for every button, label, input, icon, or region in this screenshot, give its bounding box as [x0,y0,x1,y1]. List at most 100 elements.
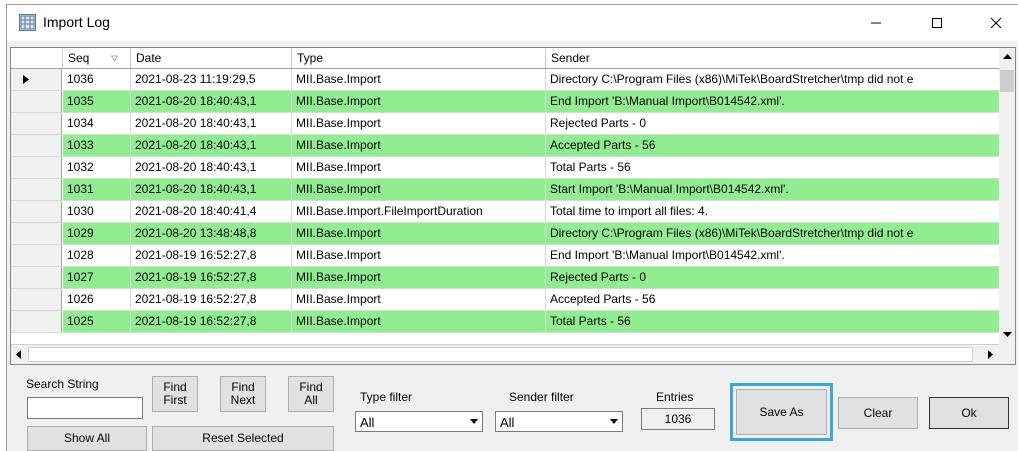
sender-filter-select[interactable]: All [495,411,623,432]
row-header[interactable] [11,157,62,178]
horizontal-scroll-thumb[interactable] [28,347,973,362]
search-input[interactable] [27,397,143,419]
row-header[interactable] [11,289,62,310]
column-header-sender[interactable]: Sender [546,48,1001,68]
row-header[interactable] [11,91,62,112]
cell-sender[interactable]: Directory C:\Program Files (x86)\MiTek\B… [546,69,1001,90]
cell-sender[interactable]: Directory C:\Program Files (x86)\MiTek\B… [546,223,1001,244]
cell-type[interactable]: MII.Base.Import [292,267,546,288]
cell-sender[interactable]: Total Parts - 56 [546,157,1001,178]
cell-type[interactable]: MII.Base.Import [292,157,546,178]
table-row[interactable]: 1035 2021-08-20 18:40:43,1 MII.Base.Import… [11,91,1001,113]
cell-date[interactable]: 2021-08-19 16:52:27,8 [131,289,292,310]
scroll-up-icon[interactable] [1003,54,1012,60]
cell-seq[interactable]: 1033 [63,135,131,156]
table-row[interactable]: 1029 2021-08-20 13:48:48,8 MII.Base.Import… [11,223,1001,245]
cell-seq[interactable]: 1027 [63,267,131,288]
cell-type[interactable]: MII.Base.Import [292,289,546,310]
table-row[interactable]: 1030 2021-08-20 18:40:41,4 MII.Base.Import… [11,201,1001,223]
cell-date[interactable]: 2021-08-20 18:40:43,1 [131,179,292,200]
cell-date[interactable]: 2021-08-19 16:52:27,8 [131,267,292,288]
row-header[interactable] [11,201,62,222]
cell-sender[interactable]: End Import 'B:\Manual Import\B014542.xml… [546,91,1001,112]
sender-filter-dropdown[interactable] [605,412,622,431]
cell-seq[interactable]: 1026 [63,289,131,310]
scroll-left-icon[interactable] [16,350,22,359]
cell-type[interactable]: MII.Base.Import [292,135,546,156]
row-header[interactable] [11,135,62,156]
vertical-scroll-thumb[interactable] [1000,70,1014,92]
cell-sender[interactable]: Start Import 'B:\Manual Import\B014542.x… [546,179,1001,200]
type-filter-dropdown[interactable] [465,412,482,431]
cell-date[interactable]: 2021-08-20 18:40:43,1 [131,91,292,112]
maximize-button[interactable] [914,5,960,41]
table-row[interactable]: 1025 2021-08-19 16:52:27,8 MII.Base.Import… [11,311,1001,333]
column-header-seq[interactable]: Seq [63,48,131,68]
cell-sender[interactable]: Total Parts - 56 [546,311,1001,332]
reset-selected-button[interactable]: Reset Selected [152,426,334,451]
cell-sender[interactable]: Total time to import all files: 4. [546,201,1001,222]
cell-date[interactable]: 2021-08-20 13:48:48,8 [131,223,292,244]
row-header[interactable] [11,267,62,288]
cell-seq[interactable]: 1025 [63,311,131,332]
table-row[interactable]: 1031 2021-08-20 18:40:43,1 MII.Base.Import… [11,179,1001,201]
table-row[interactable]: 1032 2021-08-20 18:40:43,1 MII.Base.Import… [11,157,1001,179]
minimize-button[interactable] [853,5,899,41]
cell-seq[interactable]: 1028 [63,245,131,266]
show-all-button[interactable]: Show All [27,426,147,451]
find-first-button[interactable]: Find First [152,376,198,412]
horizontal-scrollbar[interactable] [11,344,1001,364]
find-all-button[interactable]: Find All [288,376,334,412]
cell-type[interactable]: MII.Base.Import [292,311,546,332]
cell-seq[interactable]: 1034 [63,113,131,134]
table-row[interactable]: 1028 2021-08-19 16:52:27,8 MII.Base.Import… [11,245,1001,267]
table-row[interactable]: 1036 2021-08-23 11:19:29,5 MII.Base.Import… [11,69,1001,91]
cell-type[interactable]: MII.Base.Import [292,223,546,244]
log-grid[interactable]: Seq Date Type Sender 1036 2021-08-23 11:1… [10,47,1016,365]
cell-date[interactable]: 2021-08-20 18:40:43,1 [131,113,292,134]
row-header[interactable] [11,223,62,244]
close-button[interactable] [973,5,1018,41]
cell-date[interactable]: 2021-08-23 11:19:29,5 [131,69,292,90]
table-row[interactable]: 1027 2021-08-19 16:52:27,8 MII.Base.Import… [11,267,1001,289]
cell-sender[interactable]: Rejected Parts - 0 [546,113,1001,134]
table-row[interactable]: 1026 2021-08-19 16:52:27,8 MII.Base.Import… [11,289,1001,311]
row-header[interactable] [11,113,62,134]
cell-seq[interactable]: 1029 [63,223,131,244]
vertical-scrollbar[interactable] [999,48,1015,345]
row-header[interactable] [11,69,62,90]
cell-type[interactable]: MII.Base.Import [292,179,546,200]
scroll-down-icon[interactable] [1003,332,1012,338]
cell-date[interactable]: 2021-08-20 18:40:41,4 [131,201,292,222]
cell-date[interactable]: 2021-08-19 16:52:27,8 [131,311,292,332]
scroll-right-icon[interactable] [988,350,994,359]
cell-seq[interactable]: 1032 [63,157,131,178]
cell-sender[interactable]: End Import 'B:\Manual Import\B014542.xml… [546,245,1001,266]
title-bar[interactable]: Import Log [7,5,1018,41]
cell-type[interactable]: MII.Base.Import.FileImportDuration [292,201,546,222]
cell-sender[interactable]: Accepted Parts - 56 [546,289,1001,310]
cell-type[interactable]: MII.Base.Import [292,69,546,90]
ok-button[interactable]: Ok [929,397,1009,429]
cell-type[interactable]: MII.Base.Import [292,245,546,266]
column-header-date[interactable]: Date [131,48,292,68]
cell-sender[interactable]: Rejected Parts - 0 [546,267,1001,288]
table-row[interactable]: 1034 2021-08-20 18:40:43,1 MII.Base.Import… [11,113,1001,135]
table-row[interactable]: 1033 2021-08-20 18:40:43,1 MII.Base.Import… [11,135,1001,157]
clear-button[interactable]: Clear [838,397,918,429]
cell-type[interactable]: MII.Base.Import [292,91,546,112]
cell-seq[interactable]: 1030 [63,201,131,222]
row-header[interactable] [11,245,62,266]
cell-date[interactable]: 2021-08-20 18:40:43,1 [131,135,292,156]
cell-date[interactable]: 2021-08-20 18:40:43,1 [131,157,292,178]
column-header-type[interactable]: Type [292,48,546,68]
type-filter-select[interactable]: All [355,411,483,432]
cell-seq[interactable]: 1035 [63,91,131,112]
cell-sender[interactable]: Accepted Parts - 56 [546,135,1001,156]
find-next-button[interactable]: Find Next [220,376,266,412]
cell-type[interactable]: MII.Base.Import [292,113,546,134]
row-header[interactable] [11,311,62,332]
cell-seq[interactable]: 1031 [63,179,131,200]
cell-date[interactable]: 2021-08-19 16:52:27,8 [131,245,292,266]
cell-seq[interactable]: 1036 [63,69,131,90]
